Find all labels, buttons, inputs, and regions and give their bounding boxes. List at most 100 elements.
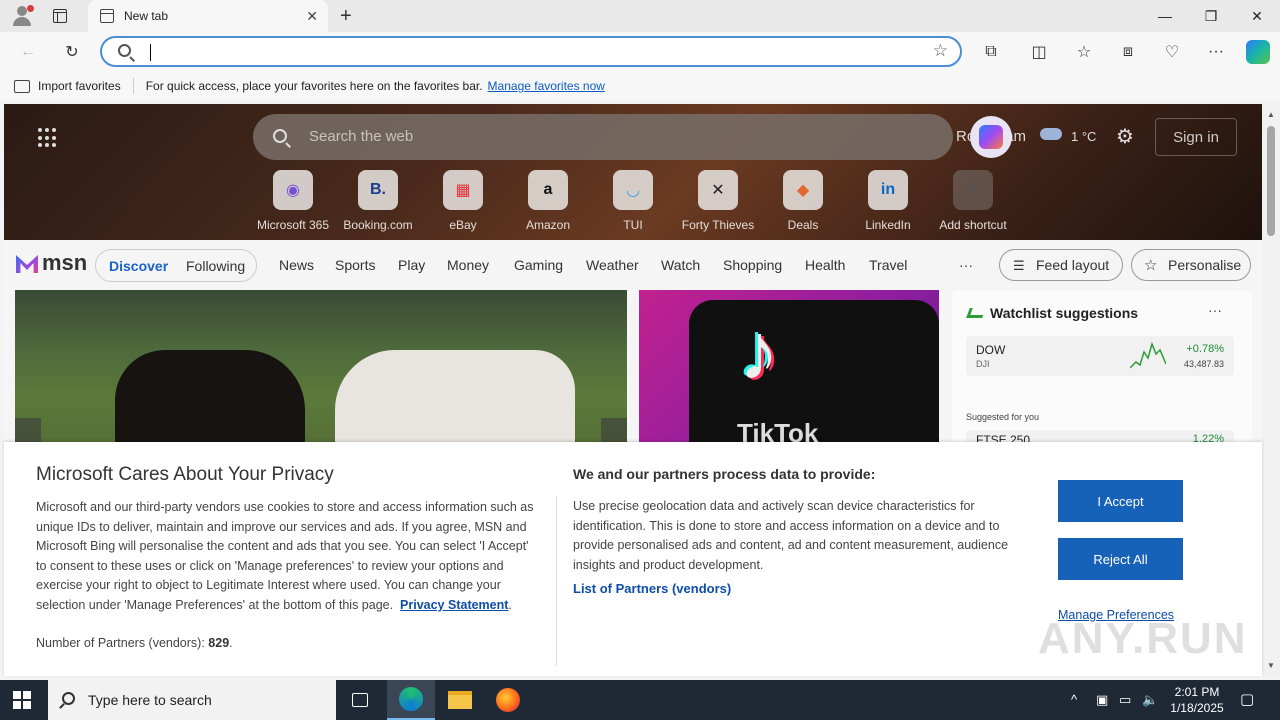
news-card-tiktok[interactable]: ♪ TikTok [639,290,939,442]
navigation-bar: ← ↻ ☆ ⧉ ◫ ☆ ⧈ ♡ ··· [0,32,1280,72]
sign-in-button[interactable]: Sign in [1155,118,1237,156]
amazon-icon: a [528,170,568,210]
search-icon [273,129,287,143]
new-tab-icon [100,9,114,23]
scroll-up-icon[interactable]: ▲ [1267,110,1275,119]
manage-preferences-link[interactable]: Manage Preferences [1058,608,1174,622]
data-processing-title: We and our partners process data to prov… [573,466,876,482]
privacy-statement-link[interactable]: Privacy Statement [400,598,508,612]
minimize-button[interactable]: — [1142,0,1188,32]
nav-shopping[interactable]: Shopping [723,257,782,273]
back-button[interactable]: ← [16,40,40,64]
copilot-icon[interactable] [1246,40,1270,64]
personalise-button[interactable]: ☆ Personalise [1131,249,1251,281]
collections-icon[interactable]: ⧈ [1116,40,1140,64]
import-favorites-button[interactable]: Import favorites [38,79,121,93]
performance-icon[interactable]: ♡ [1160,40,1184,64]
consent-title: Microsoft Cares About Your Privacy [36,464,334,485]
file-explorer-icon[interactable] [436,680,484,720]
text-cursor [150,44,151,61]
tui-icon: ◡ [613,170,653,210]
tab-following[interactable]: Following [186,258,245,274]
favorites-icon[interactable]: ☆ [1072,40,1096,64]
vertical-scrollbar[interactable]: ▲ ▼ [1262,104,1280,676]
more-menu-icon[interactable]: ··· [1204,40,1228,64]
nav-sports[interactable]: Sports [335,257,375,273]
carousel-prev-button[interactable] [15,418,41,442]
notifications-icon[interactable]: ▢ [1240,690,1254,708]
manage-favorites-link[interactable]: Manage favorites now [488,79,605,93]
favorite-star-icon[interactable]: ☆ [933,41,948,61]
clock[interactable]: 2:01 PM 1/18/2025 [1162,684,1232,716]
msn-navigation: msn Discover Following News Sports Play … [4,240,1262,290]
edge-taskbar-icon[interactable] [387,680,435,720]
nav-weather[interactable]: Weather [586,257,639,273]
reject-all-button[interactable]: Reject All [1058,538,1183,580]
tab-actions-icon[interactable] [53,9,67,23]
app-launcher-icon[interactable] [38,128,58,148]
network-icon[interactable]: ▭ [1119,692,1131,708]
stock-row-dow[interactable]: DOW DJI +0.78% 43,487.83 [966,336,1234,376]
nav-more-button[interactable]: ··· [959,257,973,273]
shortcut-tui[interactable]: ◡ TUI [593,170,673,232]
copilot-button[interactable] [970,116,1012,158]
scroll-down-icon[interactable]: ▼ [1267,661,1275,670]
address-bar[interactable]: ☆ [100,36,962,67]
cloud-icon [1040,128,1062,140]
watchlist-title: Watchlist suggestions [990,305,1139,321]
extensions-icon[interactable]: ⧉ [979,40,1003,64]
star-icon: ☆ [1144,257,1158,274]
firefox-icon[interactable] [484,680,532,720]
shortcut-forty-thieves[interactable]: ✕ Forty Thieves [678,170,758,232]
nav-watch[interactable]: Watch [661,257,700,273]
favorites-bar: Import favorites For quick access, place… [0,72,1280,100]
close-window-button[interactable]: ✕ [1234,0,1280,32]
device-icon[interactable]: ▣ [1096,692,1108,708]
web-search-box[interactable]: Search the web [253,114,953,160]
title-bar: New tab ✕ + — ❐ ✕ [0,0,1280,32]
shortcut-amazon[interactable]: a Amazon [508,170,588,232]
profile-icon[interactable] [12,5,34,26]
scrollbar-thumb[interactable] [1267,126,1275,236]
nav-gaming[interactable]: Gaming [514,257,563,273]
show-hidden-icons-icon[interactable]: ^ [1071,692,1077,707]
volume-icon[interactable]: 🔈 [1142,692,1158,708]
add-shortcut-button[interactable]: + Add shortcut [933,170,1013,232]
windows-start-icon[interactable] [13,691,31,709]
divider [132,78,134,94]
list-of-partners-link[interactable]: List of Partners (vendors) [573,581,731,596]
shortcut-linkedin[interactable]: in LinkedIn [848,170,928,232]
favorites-hint: For quick access, place your favorites h… [145,79,483,93]
nav-money[interactable]: Money [447,257,489,273]
carousel-next-button[interactable] [601,418,627,442]
nav-health[interactable]: Health [805,257,845,273]
ebay-icon: ▦ [443,170,483,210]
new-tab-button[interactable]: + [340,5,352,28]
msn-logo[interactable]: msn [16,250,87,276]
shortcut-ebay[interactable]: ▦ eBay [423,170,503,232]
search-placeholder: Search the web [309,128,414,145]
tiktok-logo-icon: ♪ [739,307,779,396]
watchlist-more-button[interactable]: ··· [1208,302,1222,318]
nav-play[interactable]: Play [398,257,425,273]
accept-button[interactable]: I Accept [1058,480,1183,522]
nav-news[interactable]: News [279,257,314,273]
shortcut-booking[interactable]: B. Booking.com [338,170,418,232]
settings-gear-icon[interactable]: ⚙ [1116,124,1134,149]
split-screen-icon[interactable]: ◫ [1027,40,1051,64]
shortcut-deals[interactable]: ◆ Deals [763,170,843,232]
temperature[interactable]: 1 °C [1071,129,1096,144]
tab-new-tab[interactable]: New tab ✕ [88,0,328,32]
shortcut-microsoft-365[interactable]: ◉ Microsoft 365 [253,170,333,232]
tiktok-text: TikTok [737,418,819,442]
news-card-dogs[interactable] [15,290,627,442]
restore-button[interactable]: ❐ [1188,0,1234,32]
feed-layout-button[interactable]: ☰ Feed layout [999,249,1123,281]
taskbar-search-box[interactable]: Type here to search [48,680,336,720]
refresh-button[interactable]: ↻ [60,40,84,64]
close-tab-icon[interactable]: ✕ [306,8,318,25]
task-view-icon[interactable] [336,680,384,720]
hero-banner: Search the web Rotterdam 1 °C ⚙ Sign in … [4,104,1262,240]
tab-discover[interactable]: Discover [109,258,168,274]
nav-travel[interactable]: Travel [869,257,907,273]
